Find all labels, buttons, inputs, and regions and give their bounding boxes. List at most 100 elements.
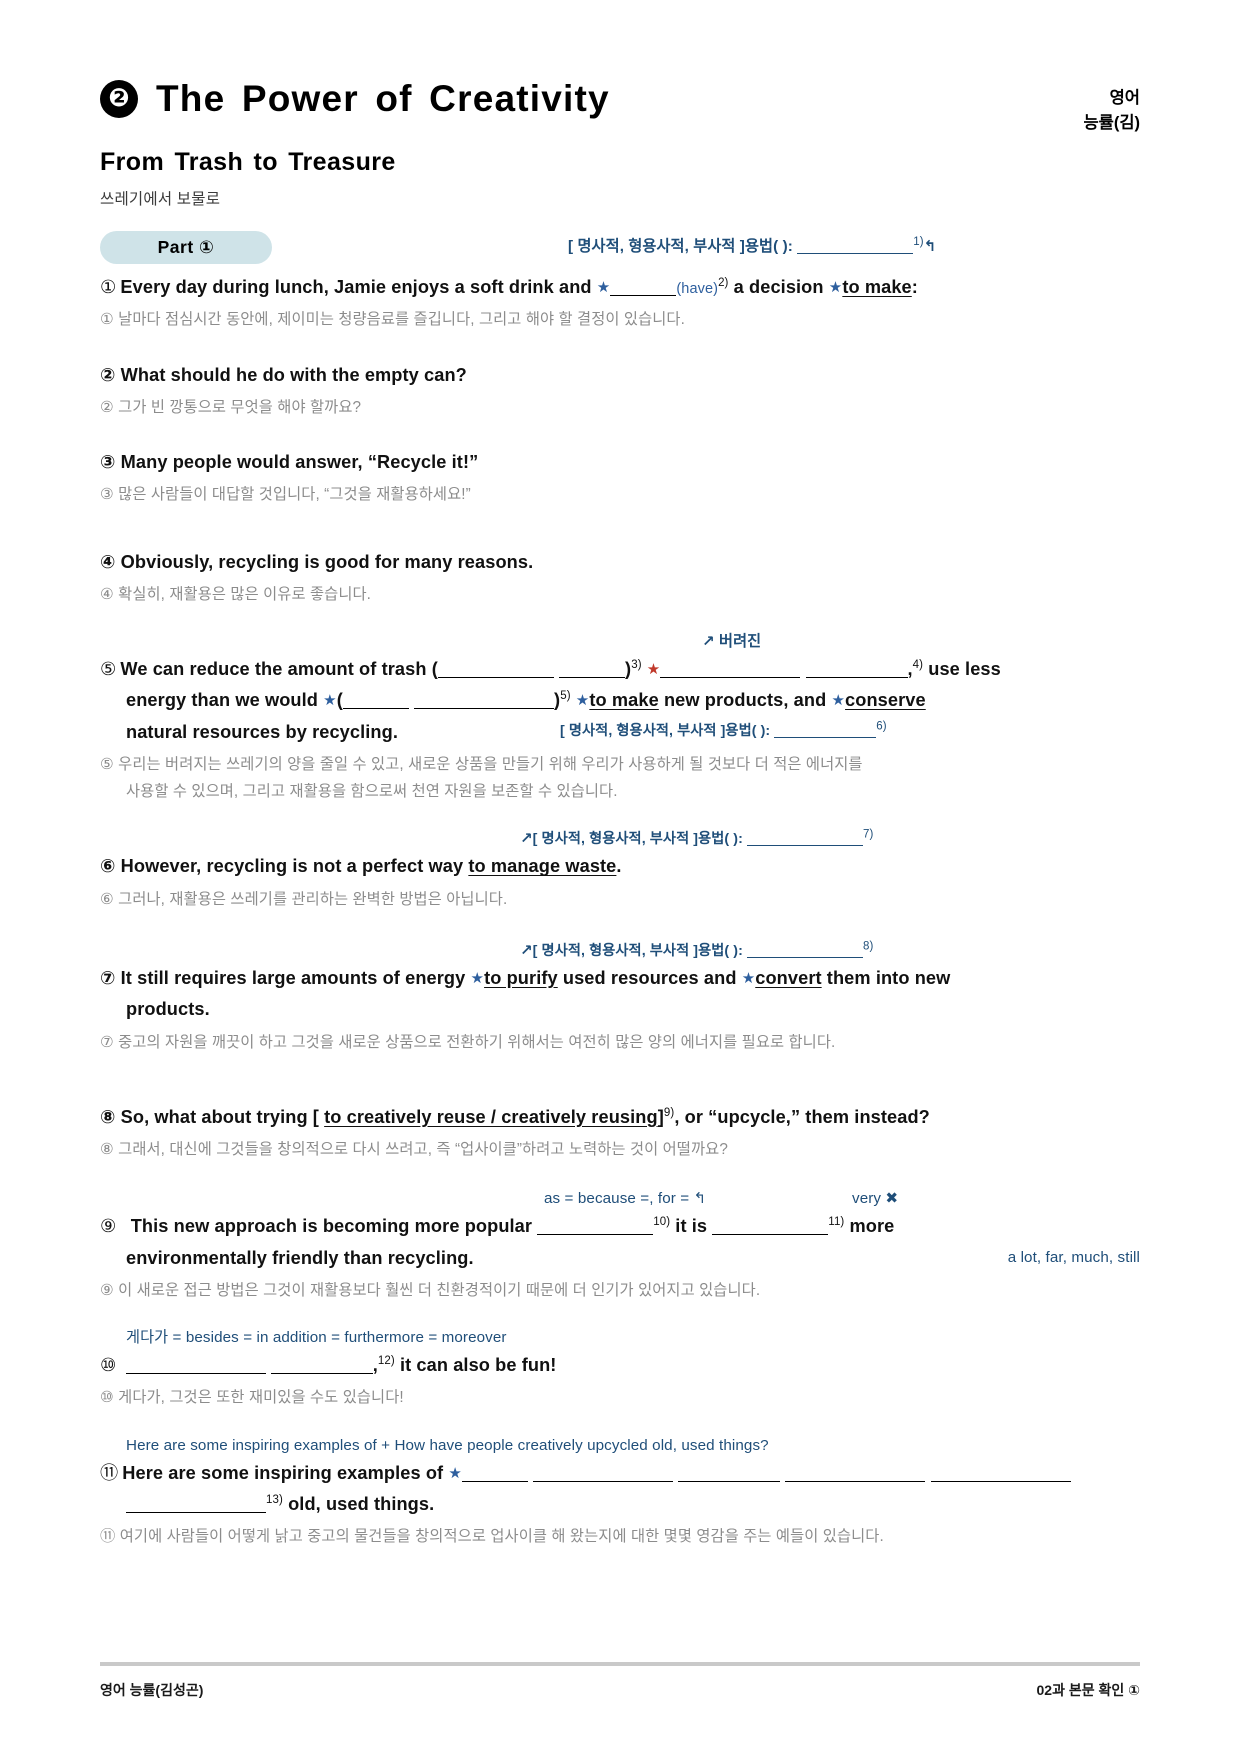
lesson-title-row: ❷ The Power of Creativity bbox=[100, 78, 1140, 120]
note-blank[interactable] bbox=[774, 723, 877, 738]
note-usage-7: ↗[ 명사적, 형용사적, 부사적 ]용법( ): 7) bbox=[520, 828, 874, 848]
verb-hint: (have) bbox=[676, 281, 719, 297]
footnote-ref-3: 3) bbox=[631, 659, 642, 671]
subject-label: 영어 능률(김) bbox=[1083, 86, 1140, 136]
answer-blank[interactable] bbox=[533, 1467, 674, 1482]
sentence-en-6: ⑥ However, recycling is not a perfect wa… bbox=[100, 856, 622, 877]
footer-divider bbox=[100, 1662, 1140, 1666]
sentence-en-7-line1: ⑦ It still requires large amounts of ene… bbox=[100, 967, 951, 988]
sentence-ko-2: ② 그가 빈 깡통으로 무엇을 해야 할까요? bbox=[100, 398, 362, 416]
passage-heading: From Trash to Treasure 쓰레기에서 보물로 bbox=[100, 148, 1140, 209]
answer-blank[interactable] bbox=[537, 1220, 654, 1236]
footer-left-text: 영어 능률(김성곤) bbox=[100, 1682, 204, 1698]
answer-blank[interactable] bbox=[559, 663, 626, 679]
answer-blank[interactable] bbox=[678, 1467, 781, 1482]
arrow-up-icon: ↰ bbox=[923, 238, 937, 255]
sentence-ko-5-line1: ⑤ 우리는 버려지는 쓰레기의 양을 줄일 수 있고, 새로운 상품을 만들기 … bbox=[100, 755, 863, 773]
note-discarded: ↗ 버려진 bbox=[702, 633, 762, 651]
footnote-ref-5: 5) bbox=[560, 690, 571, 703]
page-title: The Power of Creativity bbox=[156, 78, 610, 119]
sentence-ko-6: ⑥ 그러나, 재활용은 쓰레기를 관리하는 완벽한 방법은 아닙니다. bbox=[100, 890, 508, 908]
answer-underline: to creatively reuse / creatively reusing bbox=[324, 1106, 658, 1127]
answer-underline: to make bbox=[842, 277, 912, 297]
sentence-ko-7: ⑦ 중고의 자원을 깨끗이 하고 그것을 새로운 상품으로 전환하기 위해서는 … bbox=[100, 1033, 836, 1051]
sentence-en-2: ② What should he do with the empty can? bbox=[100, 364, 467, 385]
footnote-ref-1: 1) bbox=[913, 235, 924, 248]
page-footer: 영어 능률(김성곤) 02과 본문 확인 ① bbox=[100, 1662, 1140, 1700]
footnote-ref-12: 12) bbox=[377, 1354, 395, 1367]
answer-underline: to purify bbox=[484, 967, 558, 988]
answer-blank[interactable] bbox=[785, 1467, 926, 1482]
star-icon: ★ bbox=[831, 692, 846, 710]
sentence-en-1: ① Every day during lunch, Jamie enjoys a … bbox=[100, 276, 918, 297]
star-icon: ★ bbox=[575, 692, 590, 710]
sentence-en-9-line2: environmentally friendly than recycling.… bbox=[100, 1243, 1140, 1274]
note-usage-6: [ 명사적, 형용사적, 부사적 ]용법( ): 6) bbox=[560, 719, 887, 739]
note-blank[interactable] bbox=[746, 831, 863, 847]
sentence-number: ⑨ bbox=[100, 1216, 117, 1237]
part-badge: Part ① bbox=[100, 231, 272, 264]
answer-blank[interactable] bbox=[805, 663, 908, 679]
sentence-number: ⑤ bbox=[100, 659, 117, 680]
note-blank[interactable] bbox=[746, 943, 863, 958]
sentence-en-4: ④ Obviously, recycling is good for many … bbox=[100, 551, 534, 572]
sentence-8-tail: , or “upcycle,” them instead? bbox=[674, 1106, 930, 1127]
sentence-en-5-line1: ⑤ We can reduce the amount of trash ( )3)… bbox=[100, 659, 1001, 680]
footnote-ref-9: 9) bbox=[663, 1106, 675, 1119]
sentence-en-5-line2: energy than we would ★( )5) ★to make new… bbox=[126, 690, 926, 711]
part-row: Part ① [ 명사적, 형용사적, 부사적 ]용법( ): 1)↰ bbox=[100, 231, 1140, 265]
answer-underline: to manage waste bbox=[468, 856, 617, 877]
arrow-up-icon: ↗ bbox=[520, 941, 533, 959]
answer-blank[interactable] bbox=[660, 663, 801, 679]
footnote-ref-10: 10) bbox=[653, 1216, 671, 1229]
answer-blank[interactable] bbox=[414, 694, 555, 710]
sentence-ko-8: ⑧ 그래서, 대신에 그것들을 창의적으로 다시 쓰려고, 즉 “업사이클”하려… bbox=[100, 1141, 728, 1159]
sentence-number: ① bbox=[100, 277, 117, 297]
page-header: ❷ The Power of Creativity 영어 능률(김) bbox=[100, 0, 1140, 132]
sentence-ko-1: ① 날마다 점심시간 동안에, 제이미는 청량음료를 즐깁니다, 그리고 해야 … bbox=[100, 311, 685, 329]
note-as-because-for: as = because =, for = ↰ bbox=[544, 1190, 707, 1208]
answer-blank[interactable] bbox=[930, 1467, 1071, 1482]
answer-blank[interactable] bbox=[125, 1359, 266, 1375]
sentence-block-7: ⑦ It still requires large amounts of ene… bbox=[100, 963, 1140, 1056]
note-adverb-list: a lot, far, much, still bbox=[1007, 1248, 1140, 1266]
star-icon: ★ bbox=[828, 279, 843, 296]
x-mark-icon: ✖ bbox=[885, 1190, 899, 1208]
sentence-ko-3: ③ 많은 사람들이 대답할 것입니다, “그것을 재활용하세요!” bbox=[100, 486, 471, 504]
note-blank[interactable] bbox=[797, 239, 914, 254]
note-row-usage-7: ↗[ 명사적, 형용사적, 부사적 ]용법( ): 7) bbox=[100, 827, 1140, 851]
sentence-block-3: ③ Many people would answer, “Recycle it!… bbox=[100, 447, 1140, 509]
footnote-ref-6: 6) bbox=[876, 719, 887, 732]
note-row-usage-8: ↗[ 명사적, 형용사적, 부사적 ]용법( ): 8) bbox=[100, 939, 1140, 963]
arrow-up-icon: ↗ bbox=[702, 633, 715, 651]
note-row-here-are: Here are some inspiring examples of + Ho… bbox=[100, 1434, 1140, 1458]
subject-line-1: 영어 bbox=[1109, 89, 1140, 107]
answer-blank[interactable] bbox=[712, 1220, 829, 1236]
sentence-ko-4: ④ 확실히, 재활용은 많은 이유로 좋습니다. bbox=[100, 585, 372, 603]
star-icon: ★ bbox=[448, 1464, 462, 1482]
sentence-block-4: ④ Obviously, recycling is good for many … bbox=[100, 547, 1140, 609]
sentence-en-11-line2: 13) old, used things. bbox=[100, 1489, 1140, 1520]
answer-blank[interactable] bbox=[126, 1498, 266, 1513]
answer-blank[interactable] bbox=[342, 694, 409, 710]
subject-line-2: 능률(김) bbox=[1083, 113, 1140, 132]
note-usage-1: [ 명사적, 형용사적, 부사적 ]용법( ): 1)↰ bbox=[568, 235, 937, 255]
sentence-en-5-line3: natural resources by recycling. [ 명사적, 형… bbox=[126, 719, 887, 742]
note-very: very ✖ bbox=[852, 1190, 899, 1208]
answer-blank[interactable] bbox=[437, 663, 554, 679]
sentence-en-10: ⑩ ,12) it can also be fun! bbox=[100, 1354, 557, 1376]
sentence-ko-11: ⑪ 여기에 사람들이 어떻게 낡고 중고의 물건들을 창의적으로 업사이클 해 … bbox=[100, 1528, 884, 1546]
note-usage-8: ↗[ 명사적, 형용사적, 부사적 ]용법( ): 8) bbox=[520, 940, 874, 959]
sentence-en-8: ⑧ So, what about trying [ to creatively … bbox=[100, 1106, 930, 1127]
sentence-block-8: ⑧ So, what about trying [ to creatively … bbox=[100, 1102, 1140, 1164]
answer-blank[interactable] bbox=[610, 281, 677, 296]
answer-underline: conserve bbox=[845, 690, 926, 711]
sentence-block-9: ⑨ This new approach is becoming more pop… bbox=[100, 1211, 1140, 1304]
answer-blank[interactable] bbox=[461, 1467, 528, 1482]
arrow-up-icon: ↗ bbox=[520, 830, 533, 848]
sentence-block-1: ① Every day during lunch, Jamie enjoys a … bbox=[100, 272, 1140, 334]
answer-blank[interactable] bbox=[270, 1359, 373, 1375]
sentence-block-10: ⑩ ,12) it can also be fun! ⑩ 게다가, 그것은 또한… bbox=[100, 1350, 1140, 1412]
note-here-are-hint: Here are some inspiring examples of + Ho… bbox=[126, 1436, 769, 1454]
star-icon: ★ bbox=[323, 692, 337, 710]
